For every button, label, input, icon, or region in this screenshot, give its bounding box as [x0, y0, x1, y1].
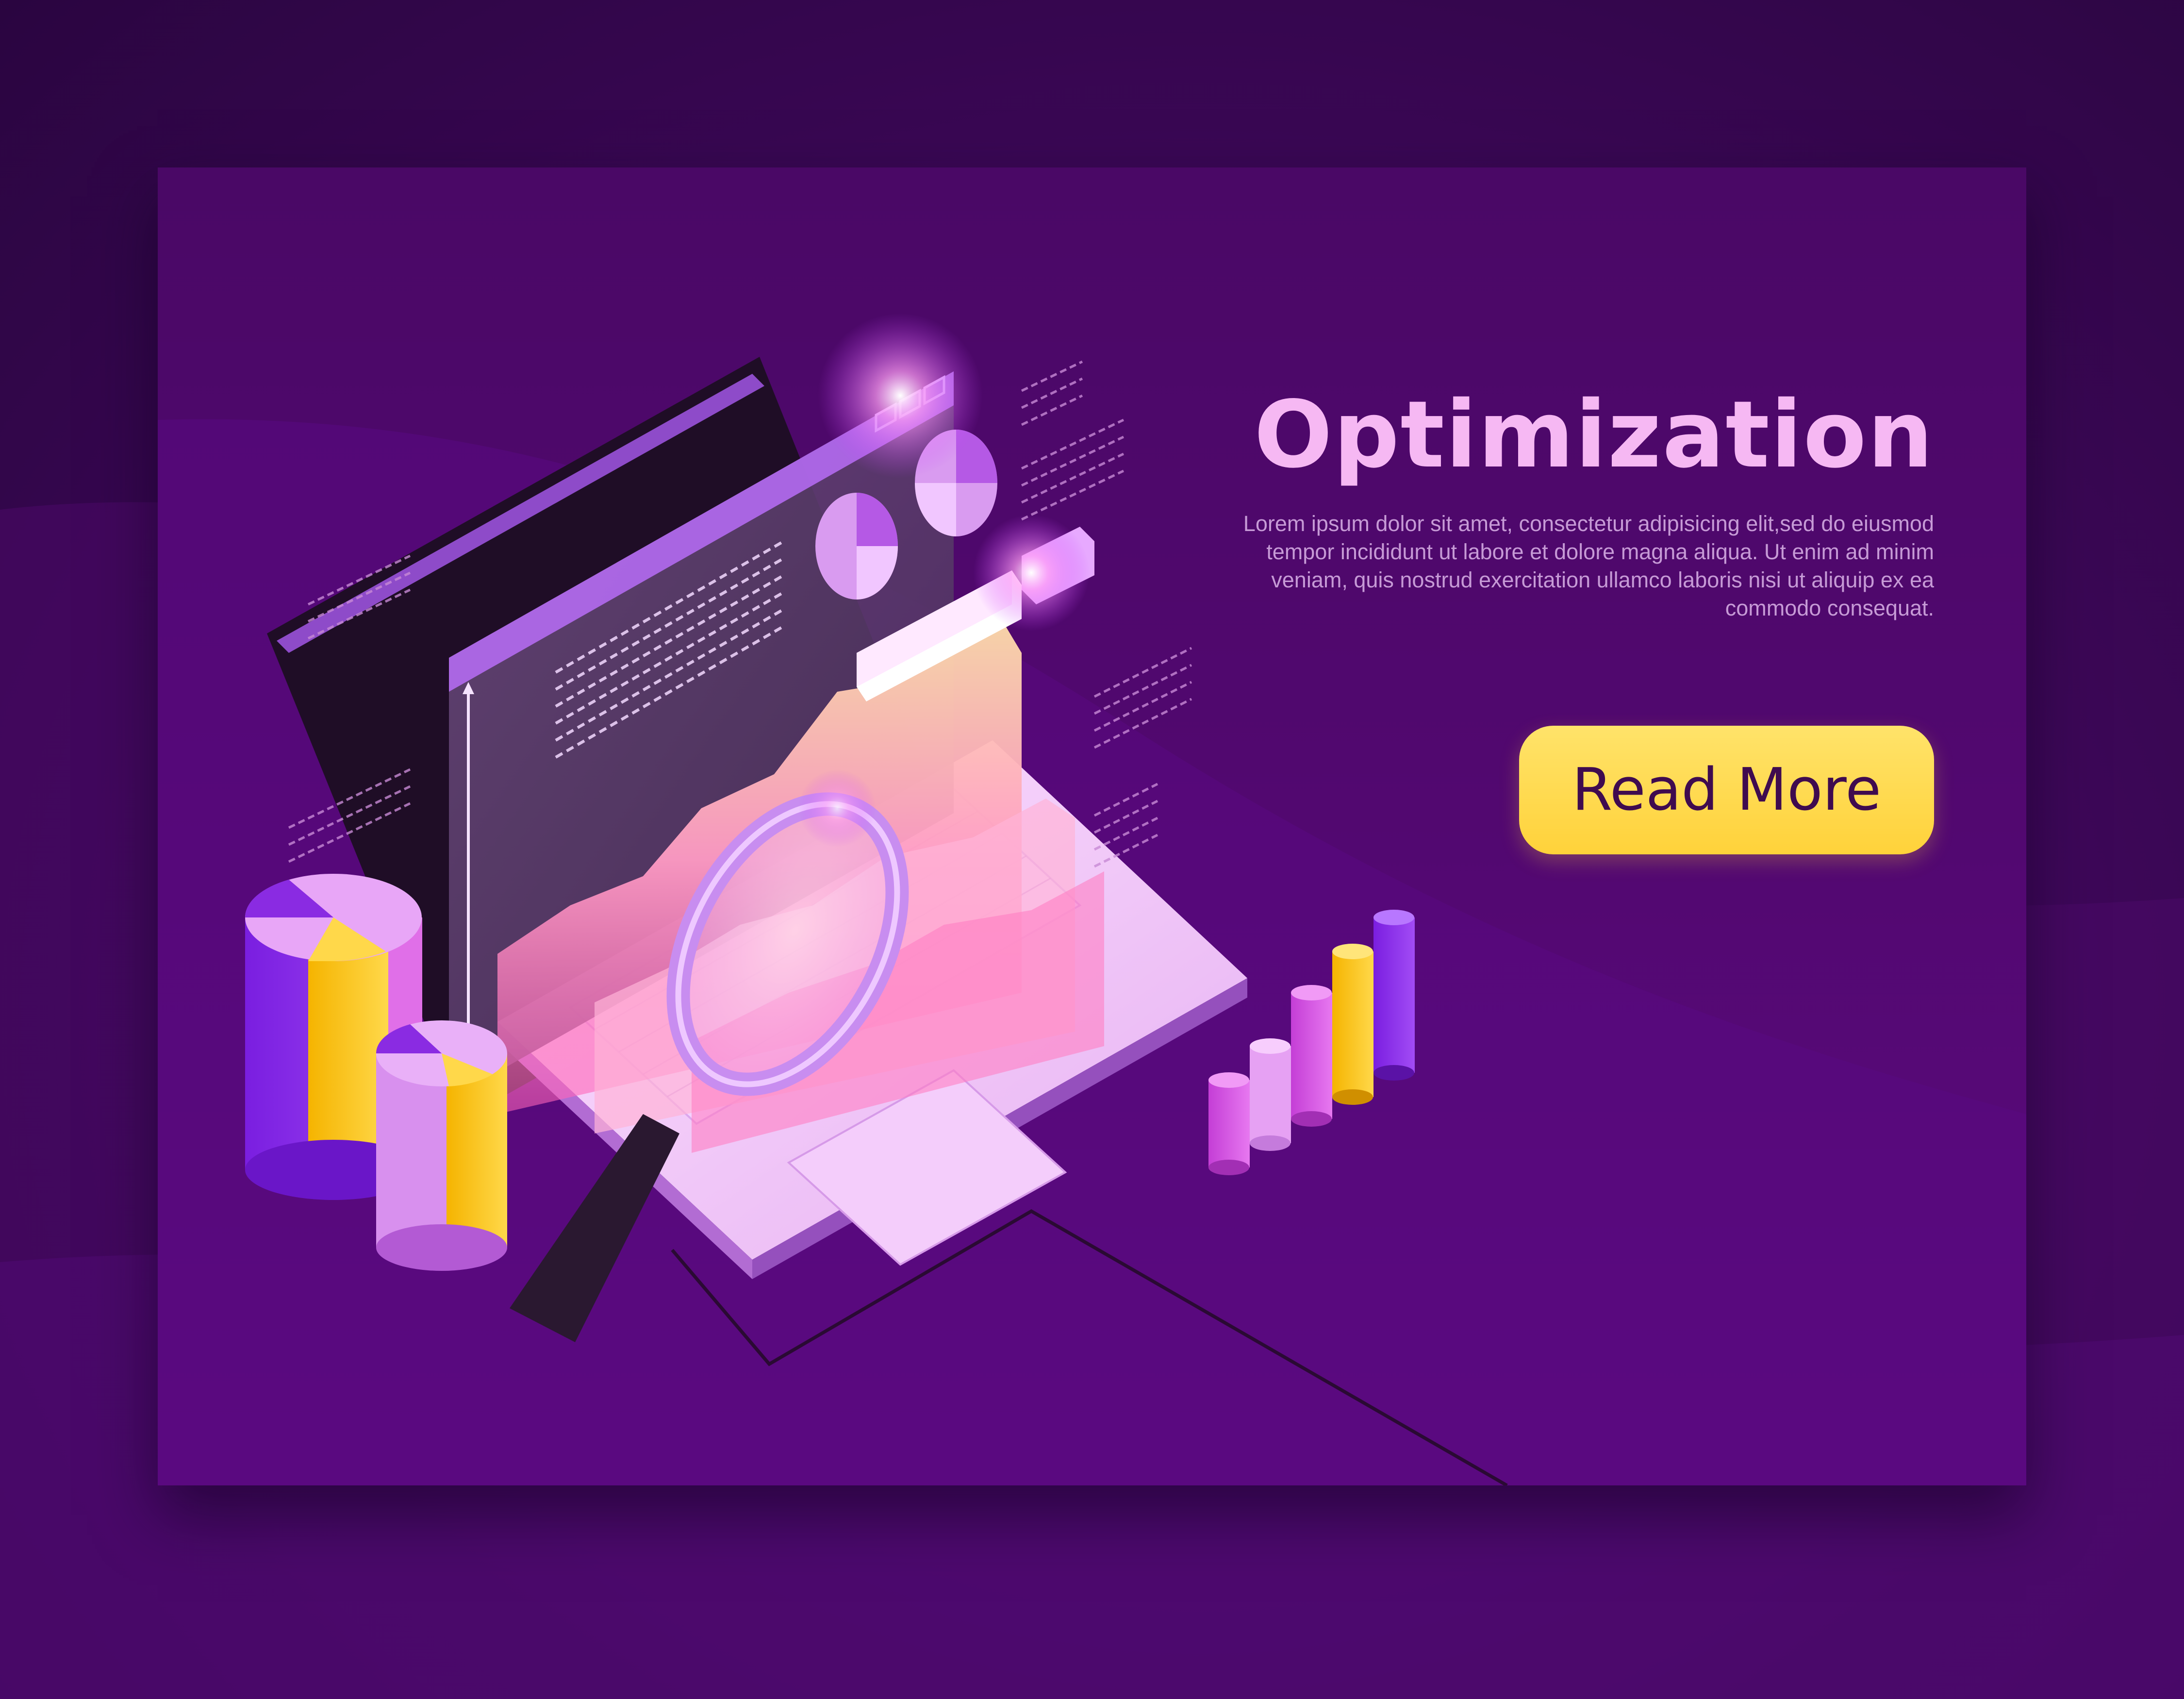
- hero-banner: Optimization Lorem ipsum dolor sit amet,…: [158, 167, 2026, 1485]
- description-text: Lorem ipsum dolor sit amet, consectetur …: [1243, 511, 1934, 620]
- read-more-button[interactable]: Read More: [1519, 726, 1934, 854]
- page-title: Optimization: [1254, 381, 1934, 488]
